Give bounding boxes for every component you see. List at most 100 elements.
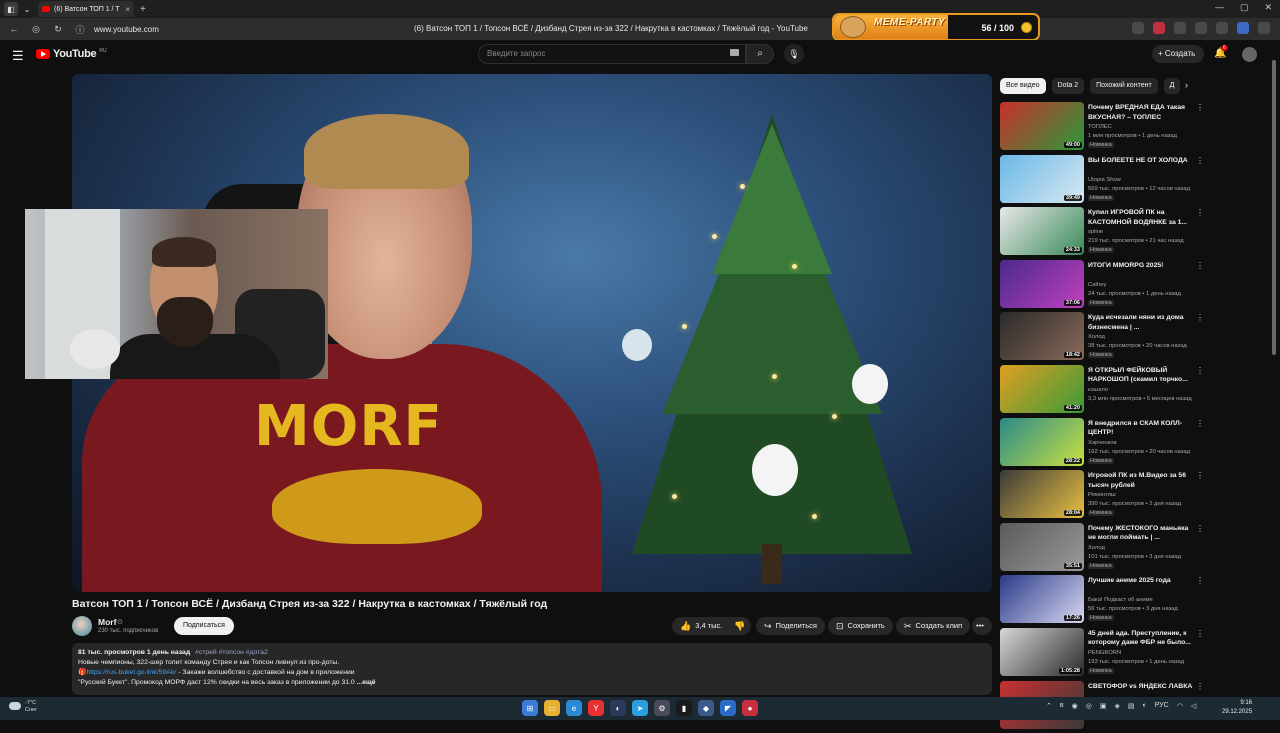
related-video-title[interactable]: ВЫ БОЛЕЕТЕ НЕ ОТ ХОЛОДА (1088, 156, 1194, 166)
related-video-channel[interactable]: Холод (1088, 545, 1105, 551)
create-clip-button[interactable]: ✂ Создать клип (896, 617, 971, 635)
settings-gear-icon[interactable]: ⚙ (654, 700, 670, 716)
more-options-icon[interactable]: ⋮ (1196, 261, 1204, 270)
related-video-item[interactable]: 35:51 Почему ЖЕСТОКОГО маньяка не могли … (1000, 522, 1206, 576)
tab-close-button[interactable]: × (125, 5, 130, 14)
more-options-icon[interactable]: ⋮ (1196, 419, 1204, 428)
chip-more[interactable]: Д (1163, 78, 1181, 94)
related-video-title[interactable]: 45 дней ада. Преступление, к которому да… (1088, 629, 1194, 648)
app-icon[interactable]: ◆ (698, 700, 714, 716)
browser-tab-active[interactable]: (6) Ватсон ТОП 1 / Т × (38, 1, 134, 17)
like-button[interactable]: 👍 3,4 тыс. (672, 617, 731, 635)
steam-icon[interactable]: ◐ (610, 700, 626, 716)
more-options-icon[interactable]: ⋮ (1196, 366, 1204, 375)
hamburger-menu-icon[interactable]: ☰ (12, 48, 24, 64)
related-video-channel[interactable]: Ремонтяш (1088, 492, 1116, 498)
related-video-channel[interactable]: кэшало (1088, 387, 1108, 393)
close-window-button[interactable]: ✕ (1264, 2, 1272, 13)
create-button[interactable]: + Создать (1152, 45, 1204, 63)
description-link[interactable]: https://rus-buket.go.link/59Akr (86, 669, 176, 676)
related-video-item[interactable]: 1:05:28 45 дней ада. Преступление, к кот… (1000, 627, 1206, 681)
chevron-right-icon[interactable]: › (1185, 80, 1188, 90)
related-video-title[interactable]: ИТОГИ MMORPG 2025! (1088, 261, 1194, 271)
video-description[interactable]: 81 тыс. просмотров 1 день назад #стрей #… (72, 643, 992, 695)
video-thumbnail[interactable]: 17:26 (1000, 575, 1084, 624)
related-video-channel[interactable]: Бака! Подкаст об аниме (1088, 597, 1153, 603)
related-video-title[interactable]: Почему ЖЕСТОКОГО маньяка не могли поймат… (1088, 524, 1194, 543)
tray-app-icon[interactable]: ◎ (1086, 702, 1092, 710)
related-video-channel[interactable]: Холод (1088, 334, 1105, 340)
more-options-icon[interactable]: ⋮ (1196, 103, 1204, 112)
save-button[interactable]: ⊡ Сохранить (828, 617, 893, 635)
url-field[interactable]: www.youtube.com (94, 25, 159, 34)
user-avatar[interactable] (1242, 47, 1257, 62)
video-thumbnail[interactable]: 24:33 (1000, 207, 1084, 256)
related-video-item[interactable]: 41:20 Я ОТКРЫЛ ФЕЙКОВЫЙ НАРКОШОП (скамил… (1000, 364, 1206, 418)
obs-icon[interactable]: ● (742, 700, 758, 716)
keyboard-icon[interactable] (730, 49, 739, 56)
volume-icon[interactable]: ◁ (1191, 702, 1196, 710)
tray-app-icon[interactable]: ▤ (1128, 702, 1135, 710)
search-input[interactable]: Введите запрос (478, 44, 746, 64)
related-video-channel[interactable]: ТОПЛЕС (1088, 124, 1112, 130)
downloads-icon[interactable] (1258, 22, 1270, 34)
related-video-item[interactable]: 28:22 Я внедрился в СКАМ КОЛЛ-ЦЕНТР! Харч… (1000, 417, 1206, 471)
site-info-icon[interactable]: ⓘ (72, 23, 88, 36)
related-video-title[interactable]: Игровой ПК из М.Видео за 56 тысяч рублей (1088, 471, 1194, 490)
terminal-icon[interactable]: ▮ (676, 700, 692, 716)
video-thumbnail[interactable]: 35:51 (1000, 522, 1084, 571)
related-video-title[interactable]: Почему ВРЕДНАЯ ЕДА такая ВКУСНАЯ? – ТОПЛ… (1088, 103, 1194, 122)
chip-similar-content[interactable]: Похожий контент (1090, 78, 1158, 94)
related-video-channel[interactable]: spline (1088, 229, 1103, 235)
video-thumbnail[interactable]: 39:49 (1000, 154, 1084, 203)
yandex-browser-icon[interactable]: Y (588, 700, 604, 716)
video-thumbnail[interactable]: 28:04 (1000, 470, 1084, 519)
related-video-item[interactable]: 37:06 ИТОГИ MMORPG 2025! Cathey 24 тыс. пр… (1000, 259, 1206, 313)
related-video-title[interactable]: Куда исчезали няни из дома бизнесмена | … (1088, 313, 1194, 332)
reload-icon[interactable]: ↻ (50, 24, 66, 35)
related-video-item[interactable]: 28:04 Игровой ПК из М.Видео за 56 тысяч … (1000, 470, 1206, 523)
video-thumbnail[interactable]: 37:06 (1000, 259, 1084, 308)
related-video-item[interactable]: 24:33 Купил ИГРОВОЙ ПК на КАСТОМНОЙ ВОДЯ… (1000, 207, 1206, 260)
taskbar-clock[interactable]: 9:16 29.12.2025 (1222, 699, 1252, 717)
tray-chevron-icon[interactable]: ⌃ (1046, 702, 1052, 710)
voice-search-button[interactable]: 🎙 (784, 44, 804, 64)
extension-icon[interactable] (1216, 22, 1228, 34)
share-button[interactable]: ↪ Поделиться (756, 617, 825, 635)
channel-name[interactable]: Morf (98, 617, 116, 627)
description-tags[interactable]: #стрей #топсон #дота2 (195, 649, 268, 656)
back-icon[interactable]: ← (6, 24, 22, 34)
extension-icon[interactable] (1195, 22, 1207, 34)
chip-all-videos[interactable]: Все видео (1000, 78, 1046, 94)
search-button[interactable]: ⌕ (746, 44, 774, 64)
more-actions-button[interactable]: ••• (972, 617, 992, 635)
related-video-channel[interactable]: Utopia Show (1088, 177, 1121, 183)
video-thumbnail[interactable]: 49:00 (1000, 102, 1084, 150)
edge-browser-icon[interactable]: e (566, 700, 582, 716)
more-options-icon[interactable]: ⋮ (1196, 208, 1204, 217)
more-options-icon[interactable]: ⋮ (1196, 524, 1204, 533)
telegram-icon[interactable]: ➤ (632, 700, 648, 716)
tray-app-icon[interactable]: ◈ (1114, 702, 1119, 710)
keyboard-language[interactable]: РУС (1155, 702, 1169, 710)
youtube-logo[interactable]: YouTube RU (36, 48, 107, 60)
page-scrollbar[interactable] (1272, 60, 1276, 355)
related-video-item[interactable]: 49:00 Почему ВРЕДНАЯ ЕДА такая ВКУСНАЯ? … (1000, 102, 1206, 155)
channel-avatar[interactable] (72, 616, 92, 636)
related-video-channel[interactable]: Харченков (1088, 440, 1117, 446)
weather-widget[interactable]: -7°C Снег (25, 700, 37, 714)
related-video-title[interactable]: СВЕТОФОР vs ЯНДЕКС ЛАВКА (1088, 682, 1194, 692)
tray-app-icon[interactable]: ◐ (1142, 702, 1146, 710)
vpn-icon[interactable]: ◎ (28, 24, 44, 35)
bookmark-icon[interactable] (1132, 22, 1144, 34)
related-video-title[interactable]: Я ОТКРЫЛ ФЕЙКОВЫЙ НАРКОШОП (скамил торчк… (1088, 366, 1194, 385)
bluetooth-icon[interactable]: ʙ (1060, 702, 1064, 710)
subscribe-button[interactable]: Подписаться (174, 617, 234, 635)
related-video-title[interactable]: Лучшие аниме 2025 года (1088, 576, 1194, 586)
dislike-button[interactable]: 👎 (728, 617, 752, 635)
more-options-icon[interactable]: ⋮ (1196, 576, 1204, 585)
related-video-channel[interactable]: Cathey (1088, 282, 1106, 288)
related-video-title[interactable]: Купил ИГРОВОЙ ПК на КАСТОМНОЙ ВОДЯНКЕ за… (1088, 208, 1194, 227)
more-options-icon[interactable]: ⋮ (1196, 682, 1204, 691)
wifi-icon[interactable]: ◠ (1177, 702, 1183, 710)
